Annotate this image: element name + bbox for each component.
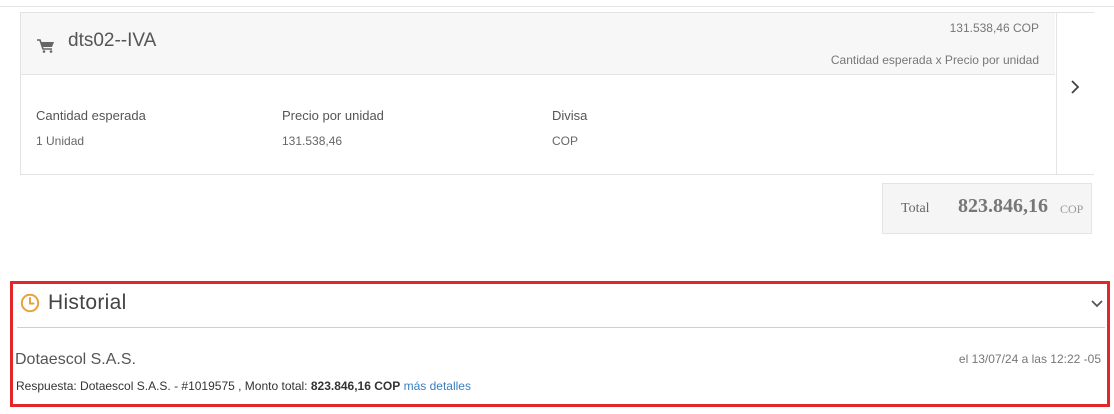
chevron-down-icon[interactable] [1091,299,1103,309]
detail-value: 1 Unidad [36,134,85,148]
top-divider [0,6,1114,7]
detail-currency: Divisa COP [552,108,588,148]
item-header: dts02--IVA 131.538,46 COP Cantidad esper… [21,13,1055,75]
item-amount: 131.538,46 COP [949,21,1039,35]
item-name: dts02--IVA [68,30,157,51]
total-label: Total [901,201,930,216]
item-amount-formula: Cantidad esperada x Precio por unidad [830,53,1039,67]
clock-icon [20,293,40,313]
historial-title: Historial [48,291,127,314]
history-entry-response: Respuesta: Dotaescol S.A.S. - #1019575 ,… [16,379,471,393]
detail-label: Divisa [552,108,588,123]
total-amount: 823.846,16 [958,195,1048,217]
total-currency: COP [1060,202,1084,216]
detail-quantity: Cantidad esperada 1 Unidad [36,108,146,148]
historial-divider [17,327,1105,328]
detail-label: Precio por unidad [282,108,384,123]
item-expand-button[interactable] [1056,13,1094,174]
history-entry-timestamp: el 13/07/24 a las 12:22 -05 [958,352,1101,366]
order-total-box: Total 823.846,16 COP [882,183,1092,234]
response-text: Respuesta: Dotaescol S.A.S. - #1019575 ,… [16,379,311,393]
detail-value: 131.538,46 [282,134,343,148]
chevron-right-icon [1071,80,1080,94]
order-item-card: dts02--IVA 131.538,46 COP Cantidad esper… [20,12,1094,175]
more-details-link[interactable]: más detalles [404,379,471,393]
response-amount: 823.846,16 COP [310,379,401,393]
historial-section: Historial Dotaescol S.A.S. el 13/07/24 a… [10,281,1110,407]
cart-icon [37,39,54,53]
detail-unit-price: Precio por unidad 131.538,46 [282,108,384,148]
history-entry-company: Dotaescol S.A.S. [15,351,136,368]
detail-label: Cantidad esperada [36,108,146,123]
detail-value: COP [552,134,579,148]
